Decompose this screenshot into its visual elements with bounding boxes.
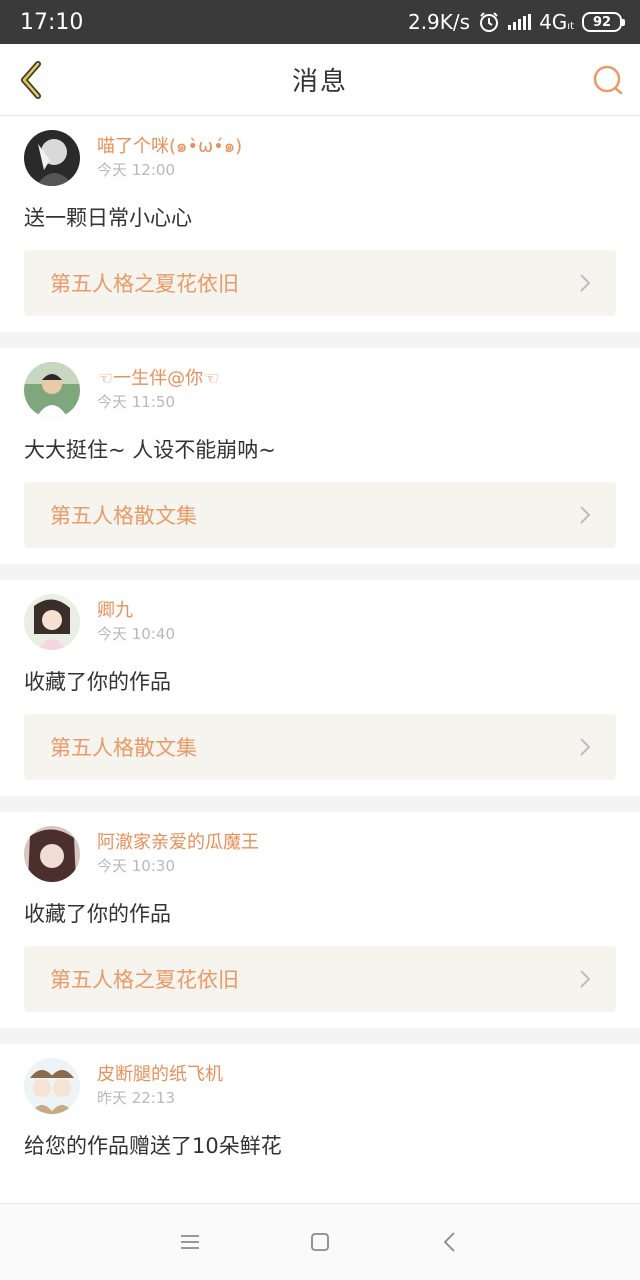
page-title: 消息 — [291, 67, 348, 97]
message-text: 送一颗日常小心心 — [24, 206, 192, 230]
divider — [0, 796, 640, 812]
divider — [0, 332, 640, 348]
network-type: 4Gıt — [539, 10, 574, 34]
username[interactable]: 阿澈家亲爱的瓜魔王 — [97, 831, 259, 855]
back-triangle-icon[interactable] — [438, 1230, 462, 1254]
message-card: 喵了个咪(๑•̀ω•́๑) 今天 12:00 送一颗日常小心心 第五人格之夏花依… — [0, 116, 640, 332]
work-link[interactable]: 第五人格之夏花依旧 — [24, 946, 616, 1012]
divider — [0, 564, 640, 580]
username[interactable]: 卿九 — [97, 599, 175, 623]
alarm-icon — [480, 12, 499, 32]
timestamp: 今天 10:30 — [97, 857, 175, 875]
message-card: 卿九 今天 10:40 收藏了你的作品 第五人格散文集 — [0, 580, 640, 796]
status-time: 17:10 — [20, 9, 84, 35]
work-title: 第五人格之夏花依旧 — [50, 968, 239, 992]
username[interactable]: 喵了个咪(๑•̀ω•́๑) — [97, 135, 242, 159]
timestamp: 今天 12:00 — [97, 161, 175, 179]
signal-icon — [508, 14, 532, 30]
work-link[interactable]: 第五人格散文集 — [24, 482, 616, 548]
timestamp: 今天 10:40 — [97, 625, 175, 643]
avatar[interactable] — [24, 130, 80, 186]
status-bar: 17:10 2.9K/s 4Gıt 92 — [0, 0, 640, 44]
chevron-left-icon[interactable] — [16, 60, 46, 100]
work-link[interactable]: 第五人格散文集 — [24, 714, 616, 780]
message-text: 收藏了你的作品 — [24, 902, 171, 926]
work-link[interactable]: 第五人格之夏花依旧 — [24, 250, 616, 316]
chevron-right-icon — [580, 970, 591, 988]
chevron-right-icon — [580, 274, 591, 292]
avatar[interactable] — [24, 1058, 80, 1114]
avatar[interactable] — [24, 362, 80, 418]
battery-icon: 92 — [582, 12, 625, 32]
chevron-right-icon — [580, 738, 591, 756]
menu-icon[interactable] — [178, 1230, 202, 1254]
divider — [0, 1028, 640, 1044]
message-text: 大大挺住~ 人设不能崩呐~ — [24, 438, 276, 462]
message-card: 阿澈家亲爱的瓜魔王 今天 10:30 收藏了你的作品 第五人格之夏花依旧 — [0, 812, 640, 1028]
work-title: 第五人格散文集 — [50, 736, 197, 760]
avatar[interactable] — [24, 826, 80, 882]
chevron-right-icon — [580, 506, 591, 524]
net-speed: 2.9K/s — [407, 10, 471, 34]
search-icon[interactable] — [592, 64, 624, 96]
timestamp: 今天 11:50 — [97, 393, 175, 411]
username[interactable]: ☜一生伴@你☜ — [97, 367, 219, 391]
message-card: 皮断腿的纸飞机 昨天 22:13 给您的作品赠送了10朵鲜花 — [0, 1044, 640, 1176]
username[interactable]: 皮断腿的纸飞机 — [97, 1063, 223, 1087]
timestamp: 昨天 22:13 — [97, 1089, 175, 1107]
work-title: 第五人格之夏花依旧 — [50, 272, 239, 296]
system-nav-bar — [0, 1203, 640, 1280]
message-text: 给您的作品赠送了10朵鲜花 — [24, 1134, 282, 1158]
home-square-icon[interactable] — [308, 1230, 332, 1254]
avatar[interactable] — [24, 594, 80, 650]
message-text: 收藏了你的作品 — [24, 670, 171, 694]
work-title: 第五人格散文集 — [50, 504, 197, 528]
message-card: ☜一生伴@你☜ 今天 11:50 大大挺住~ 人设不能崩呐~ 第五人格散文集 — [0, 348, 640, 564]
app-header: 消息 — [0, 44, 640, 116]
message-feed: 喵了个咪(๑•̀ω•́๑) 今天 12:00 送一颗日常小心心 第五人格之夏花依… — [0, 116, 640, 1176]
status-icons: 2.9K/s 4Gıt 92 — [407, 10, 625, 34]
